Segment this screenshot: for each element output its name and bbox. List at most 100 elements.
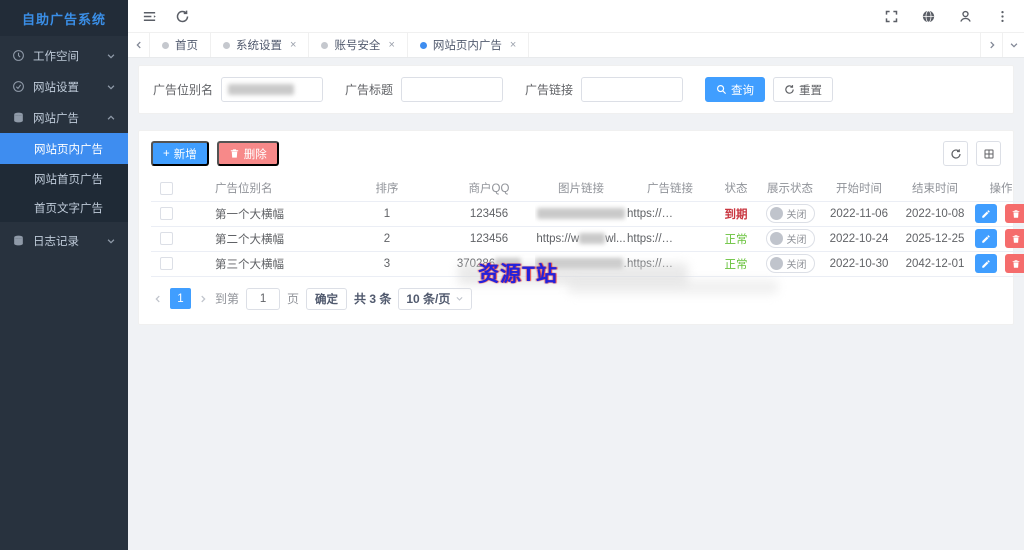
tabbar-spacer xyxy=(529,33,980,57)
sidebar-subitem-home-ads[interactable]: 网站首页广告 xyxy=(0,164,128,193)
column-settings-button[interactable] xyxy=(976,141,1001,166)
title-field-label: 广告标题 xyxy=(345,83,394,97)
header-display-status: 展示状态 xyxy=(759,176,821,202)
sidebar-subitem-home-text-ads[interactable]: 首页文字广告 xyxy=(0,193,128,222)
cell-alias: 第三个大横幅 xyxy=(181,251,331,277)
cell-image-link xyxy=(535,201,627,227)
edit-button[interactable] xyxy=(974,204,997,223)
row-delete-button[interactable] xyxy=(1005,254,1024,273)
refresh-icon xyxy=(950,148,961,159)
redacted-value xyxy=(495,257,522,269)
row-checkbox[interactable] xyxy=(159,207,173,220)
edit-button[interactable] xyxy=(974,229,997,248)
display-status-toggle[interactable]: 关闭 xyxy=(765,254,815,273)
delete-button[interactable]: 删除 xyxy=(216,141,279,166)
table-refresh-button[interactable] xyxy=(943,141,968,166)
header-end-time: 结束时间 xyxy=(897,176,973,202)
edit-button[interactable] xyxy=(974,254,997,273)
row-delete-button[interactable] xyxy=(1005,204,1024,223)
tab-close-icon[interactable]: × xyxy=(388,39,394,51)
trash-icon xyxy=(1012,209,1020,218)
page-unit-label: 页 xyxy=(287,292,300,306)
tabs-menu-caret-icon[interactable] xyxy=(1002,33,1024,57)
table-row: 第一个大横幅 1 123456 https:// 到期 关闭 2022-11-0… xyxy=(151,201,1024,227)
cell-end-time: 2025-12-25 xyxy=(897,226,973,252)
next-page-icon[interactable] xyxy=(198,294,208,304)
tab-page-ads[interactable]: 网站页内广告 × xyxy=(408,33,530,57)
display-status-toggle[interactable]: 关闭 xyxy=(765,229,815,248)
cell-order: 2 xyxy=(331,226,443,252)
table-row: 第三个大横幅 3 370286 .. https:// 正常 关闭 2022-1… xyxy=(151,251,1024,277)
redacted-value xyxy=(537,207,625,219)
link-search-input[interactable] xyxy=(581,77,684,102)
page-size-select[interactable]: 10 条/页 xyxy=(398,287,473,310)
more-dots-icon[interactable] xyxy=(995,9,1010,24)
row-checkbox[interactable] xyxy=(159,232,173,245)
fullscreen-icon[interactable] xyxy=(884,9,899,24)
reset-button[interactable]: 重置 xyxy=(773,77,834,102)
redacted-value xyxy=(535,257,623,269)
tab-close-icon[interactable]: × xyxy=(290,39,296,51)
toggle-dot-icon xyxy=(769,257,783,270)
sidebar-item-workspace[interactable]: 工作空间 xyxy=(0,40,128,71)
sidebar-item-site-settings[interactable]: 网站设置 xyxy=(0,71,128,102)
row-delete-button[interactable] xyxy=(1005,229,1024,248)
sidebar-item-site-ads[interactable]: 网站广告 xyxy=(0,102,128,133)
cell-order: 3 xyxy=(331,251,443,277)
tab-system-settings[interactable]: 系统设置 × xyxy=(211,33,310,57)
grid-columns-icon xyxy=(984,149,993,158)
search-icon xyxy=(717,85,727,95)
language-globe-icon[interactable] xyxy=(921,9,936,24)
sidebar-subitem-page-ads[interactable]: 网站页内广告 xyxy=(0,133,128,164)
header-order: 排序 xyxy=(331,176,443,202)
tab-label: 网站页内广告 xyxy=(432,40,502,52)
header-qq: 商户QQ xyxy=(443,176,535,202)
header-ad-link: 广告链接 xyxy=(627,176,713,202)
page-number-button[interactable]: 1 xyxy=(170,288,191,309)
cell-ad-link: https:// xyxy=(627,251,713,277)
alias-search-input[interactable] xyxy=(221,77,324,102)
header-alias: 广告位别名 xyxy=(181,176,331,202)
sidebar-item-label: 网站广告 xyxy=(33,112,79,125)
tab-label: 系统设置 xyxy=(236,40,282,52)
cell-end-time: 2042-12-01 xyxy=(897,251,973,277)
cell-qq: 123456 xyxy=(443,201,535,227)
tab-account-security[interactable]: 账号安全 × xyxy=(309,33,408,57)
tab-dot xyxy=(321,41,329,49)
tabs-scroll-left-icon[interactable] xyxy=(128,33,150,57)
plus-icon: + xyxy=(163,147,170,160)
goto-confirm-button[interactable]: 确定 xyxy=(306,287,348,310)
tabs-scroll-right-icon[interactable] xyxy=(980,33,1002,57)
tab-dot xyxy=(419,41,427,49)
prev-page-icon[interactable] xyxy=(153,294,163,304)
goto-label: 到第 xyxy=(215,292,240,306)
collapse-menu-icon[interactable] xyxy=(142,9,157,24)
pencil-icon xyxy=(982,259,990,268)
database-icon xyxy=(12,111,25,124)
select-all-checkbox[interactable] xyxy=(159,181,173,195)
display-status-toggle[interactable]: 关闭 xyxy=(765,204,815,223)
add-button[interactable]: + 新增 xyxy=(151,141,209,166)
logs-database-icon xyxy=(12,234,25,247)
pencil-icon xyxy=(982,234,990,243)
tab-label: 账号安全 xyxy=(334,40,381,52)
header-start-time: 开始时间 xyxy=(821,176,897,202)
app-window: 自助广告系统 工作空间 网站设置 网站广告 网站页内广告 网站首页广告 首页文字… xyxy=(0,0,1024,550)
table-header-row: 广告位别名 排序 商户QQ 图片链接 广告链接 状态 展示状态 开始时间 结束时… xyxy=(151,176,1024,202)
redacted-value xyxy=(579,232,606,244)
user-icon[interactable] xyxy=(958,9,973,24)
sidebar-item-logs[interactable]: 日志记录 xyxy=(0,225,128,256)
tab-dot xyxy=(162,41,169,49)
query-button[interactable]: 查询 xyxy=(705,77,766,102)
title-search-input[interactable] xyxy=(401,77,504,102)
cell-image-link: .. xyxy=(535,251,627,277)
sidebar-item-label: 网站设置 xyxy=(33,81,79,94)
tab-close-icon[interactable]: × xyxy=(510,39,516,51)
refresh-icon[interactable] xyxy=(175,9,190,24)
goto-page-input[interactable] xyxy=(246,287,281,310)
workspace-clock-icon xyxy=(12,49,25,62)
tab-home[interactable]: 首页 xyxy=(150,33,211,57)
sidebar-subitem-label: 网站首页广告 xyxy=(34,173,103,186)
row-checkbox[interactable] xyxy=(159,257,173,270)
tab-label: 首页 xyxy=(175,40,198,52)
